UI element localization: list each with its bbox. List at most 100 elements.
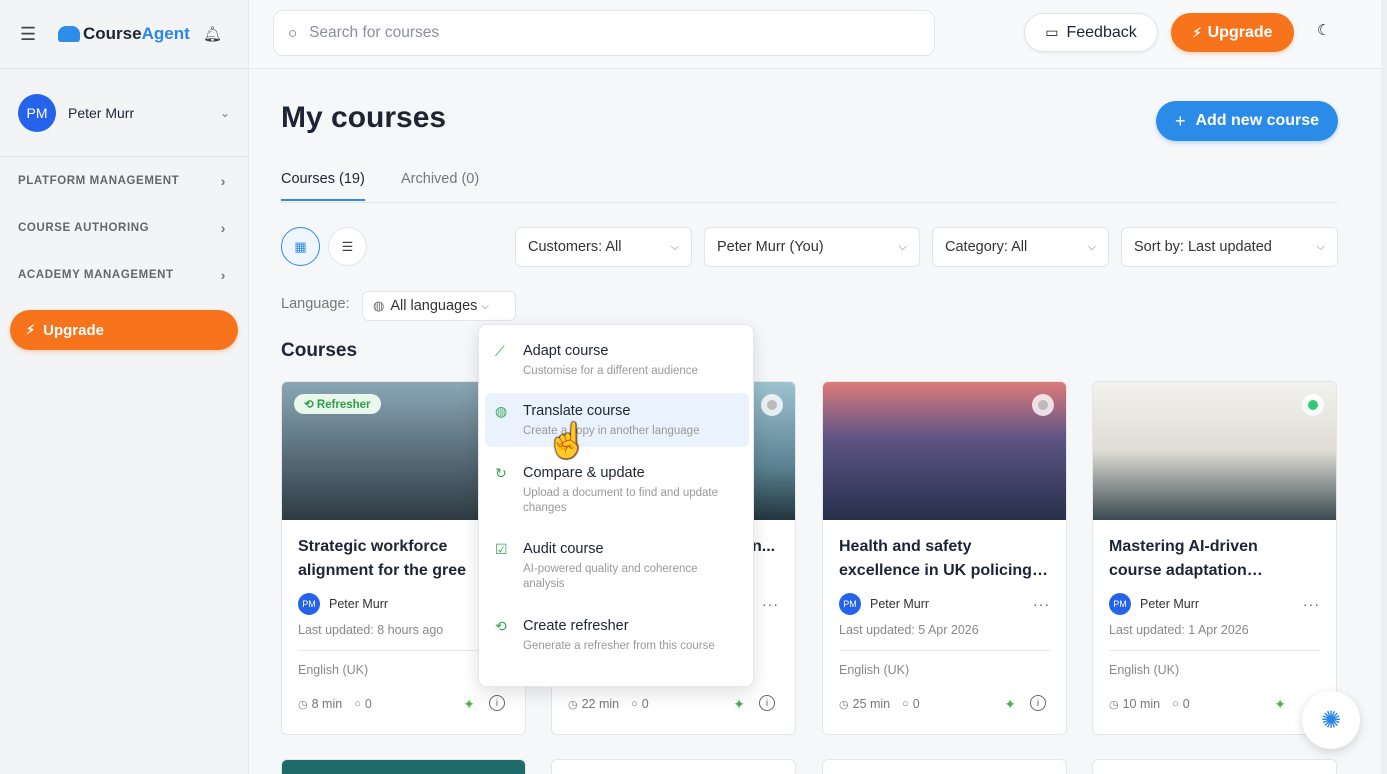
topbar: ○ Search for courses ▭ Feedback ⚡︎ Upgrade… [249,0,1387,69]
status-dot [761,394,783,416]
info-icon[interactable]: i [489,695,505,711]
course-meta: ◷ 8 min ○ 0 [298,697,372,711]
upgrade-button[interactable]: ⚡︎ Upgrade [1171,13,1294,52]
search-input[interactable]: ○ Search for courses [273,10,935,56]
chevron-down-icon: ⌵ [1316,240,1325,253]
feedback-button[interactable]: ▭ Feedback [1024,13,1158,52]
menu-item-compare-update[interactable]: ↻ Compare & update Upload a document to … [485,455,749,524]
chevron-down-icon: ⌵ [481,300,490,312]
course-title[interactable]: Mastering AI-driven course adaptation… [1109,535,1324,583]
course-card[interactable] [551,759,796,774]
course-author: PM Peter Murr [298,593,388,615]
course-card[interactable] [281,759,526,774]
more-options-icon[interactable]: ··· [762,596,779,612]
bolt-icon: ⚡︎ [26,322,36,337]
cloud-logo-icon [58,26,80,42]
assistant-button[interactable]: ✺ [1302,691,1360,749]
comment-icon: ○ [1172,698,1179,710]
list-view-button[interactable]: ☰ [328,227,367,266]
category-filter[interactable]: Category: All ⌵ [932,227,1109,267]
message-icon: ▭ [1045,24,1059,40]
menu-icon[interactable]: ☰ [20,24,44,45]
tabs: Courses (19) Archived (0) [281,163,1338,203]
course-author: PM Peter Murr [839,593,929,615]
language-label: Language: [281,296,350,312]
course-card[interactable] [822,759,1067,774]
sidebar: ☰ Course Agent 🔔︎ PM Peter Murr ⌄ PLATFOR… [0,0,249,774]
sidebar-item-course-authoring[interactable]: COURSE AUTHORING › [0,204,248,251]
more-options-icon[interactable]: ··· [1033,596,1050,612]
comment-icon: ○ [631,698,638,710]
course-thumbnail [1093,382,1336,520]
owner-filter[interactable]: Peter Murr (You) ⌵ [704,227,920,267]
last-updated: Last updated: 1 Apr 2026 [1109,623,1249,637]
last-updated: Last updated: 8 hours ago [298,623,444,637]
chevron-right-icon: › [220,266,226,283]
menu-item-adapt-course[interactable]: ⟋ Adapt course Customise for a different… [485,333,749,387]
status-dot [1302,394,1324,416]
info-icon[interactable]: i [1030,695,1046,711]
customers-filter[interactable]: Customers: All ⌵ [515,227,692,267]
divider [839,650,1050,651]
ai-sparkle-icon[interactable]: ✦ [463,696,475,713]
sort-filter[interactable]: Sort by: Last updated ⌵ [1121,227,1338,267]
chevron-down-icon: ⌄ [219,105,230,120]
tab-courses[interactable]: Courses (19) [281,171,365,201]
logo[interactable]: Course Agent [58,24,190,44]
avatar: PM [839,593,861,615]
avatar: PM [298,593,320,615]
menu-item-translate-course[interactable]: ◍ Translate course Create a copy in anot… [485,393,749,447]
timer-icon: ◷ [298,698,308,711]
ai-sparkle-icon[interactable]: ✦ [733,696,745,713]
bell-icon[interactable]: 🔔︎ [203,25,222,43]
timer-icon: ◷ [1109,698,1119,711]
bolt-icon: ⚡︎ [1192,24,1202,40]
chevron-down-icon: ⌵ [898,240,907,253]
globe-icon: ◍ [373,298,385,313]
add-new-course-button[interactable]: + Add new course [1156,101,1338,141]
course-card[interactable] [1092,759,1337,774]
clipboard-check-icon: ☑ [495,541,508,557]
divider [1109,650,1320,651]
course-card[interactable]: Mastering AI-driven course adaptation… P… [1092,381,1337,735]
page-title: My courses [281,101,447,134]
chevron-right-icon: › [220,172,226,189]
assistant-icon: ✺ [1320,706,1342,734]
hand-pointer-icon: ☝ [546,422,589,460]
more-options-icon[interactable]: ··· [1303,596,1320,612]
menu-item-create-refresher[interactable]: ⟲ Create refresher Generate a refresher … [485,608,749,662]
grid-view-button[interactable]: ▦ [281,227,320,266]
info-icon[interactable]: i [759,695,775,711]
ai-sparkle-icon[interactable]: ✦ [1274,696,1286,713]
refresh-icon: ↻ [495,465,507,481]
menu-item-audit-course[interactable]: ☑ Audit course AI-powered quality and co… [485,531,749,600]
course-language: English (UK) [839,663,910,677]
search-icon: ○ [288,24,298,42]
plus-icon: + [1174,110,1186,131]
refresher-badge: ⟲ Refresher [294,394,381,414]
course-title[interactable]: Health and safety excellence in UK polic… [839,535,1054,583]
avatar: PM [18,93,56,132]
sidebar-item-academy-management[interactable]: ACADEMY MANAGEMENT › [0,251,248,298]
timer-icon: ◷ [568,698,578,711]
timer-icon: ◷ [839,698,849,711]
scrollbar[interactable] [1381,0,1387,774]
course-card[interactable]: Health and safety excellence in UK polic… [822,381,1067,735]
course-meta: ◷ 22 min ○ 0 [568,697,649,711]
sidebar-item-platform-management[interactable]: PLATFORM MANAGEMENT › [0,157,248,204]
course-title[interactable]: n... [752,535,795,559]
user-menu[interactable]: PM Peter Murr ⌄ [0,69,248,157]
course-actions-menu: ⟋ Adapt course Customise for a different… [478,324,754,687]
dark-mode-icon[interactable]: ☾ [1317,21,1330,39]
course-language: English (UK) [1109,663,1180,677]
ai-sparkle-icon[interactable]: ✦ [1004,696,1016,713]
tab-archived[interactable]: Archived (0) [401,171,479,187]
chevron-down-icon: ⌵ [1087,240,1096,253]
comment-icon: ○ [354,698,361,710]
course-meta: ◷ 25 min ○ 0 [839,697,920,711]
language-select[interactable]: ◍ All languages ⌵ [362,291,516,321]
sidebar-upgrade-button[interactable]: ⚡︎ Upgrade [10,310,238,350]
avatar: PM [1109,593,1131,615]
last-updated: Last updated: 5 Apr 2026 [839,623,979,637]
list-icon: ☰ [341,238,354,254]
